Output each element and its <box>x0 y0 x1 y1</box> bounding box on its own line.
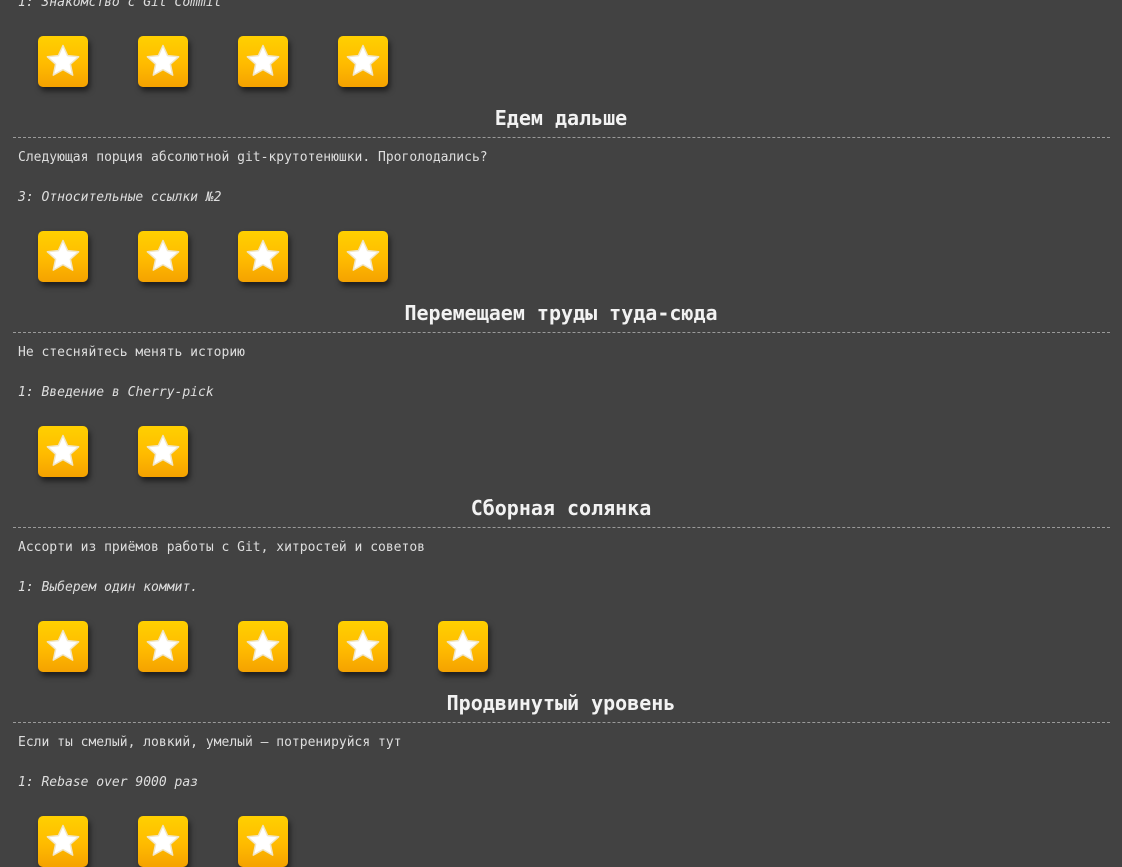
level-star-button[interactable] <box>38 816 88 867</box>
sequence-divider <box>13 527 1110 528</box>
level-star-button[interactable] <box>338 621 388 672</box>
star-icon <box>146 239 180 271</box>
star-icon <box>446 629 480 661</box>
level-star-button[interactable] <box>38 231 88 282</box>
sequence-description: Если ты смелый, ловкий, умелый – потрени… <box>18 735 402 750</box>
star-icon <box>46 44 80 76</box>
level-star-button[interactable] <box>238 231 288 282</box>
level-star-button[interactable] <box>138 231 188 282</box>
star-icon <box>46 434 80 466</box>
level-subtitle: 1: Rebase over 9000 раз <box>18 775 199 790</box>
sequence-divider <box>13 722 1110 723</box>
level-subtitle: 1: Выберем один коммит. <box>18 580 199 595</box>
level-subtitle: 3: Относительные ссылки №2 <box>18 190 222 205</box>
sequence-description: Ассорти из приёмов работы с Git, хитрост… <box>18 540 425 555</box>
level-star-button[interactable] <box>38 621 88 672</box>
level-star-button[interactable] <box>338 231 388 282</box>
level-star-button[interactable] <box>38 36 88 87</box>
star-icon <box>46 824 80 856</box>
sequence-title: Перемещаем труды туда-сюда <box>404 301 718 325</box>
level-subtitle: 1: Знакомство с Git Commit <box>18 0 222 10</box>
level-star-button[interactable] <box>238 36 288 87</box>
level-star-button[interactable] <box>338 36 388 87</box>
sequence-title: Сборная солянка <box>470 496 652 520</box>
star-icon <box>146 434 180 466</box>
star-icon <box>246 824 280 856</box>
level-star-button[interactable] <box>138 816 188 867</box>
sequence-title: Едем дальше <box>494 106 628 130</box>
star-icon <box>146 44 180 76</box>
level-star-button[interactable] <box>38 426 88 477</box>
star-icon <box>246 629 280 661</box>
level-star-button[interactable] <box>238 816 288 867</box>
star-icon <box>146 629 180 661</box>
level-star-button[interactable] <box>138 621 188 672</box>
star-icon <box>346 239 380 271</box>
level-star-button[interactable] <box>238 621 288 672</box>
star-icon <box>46 239 80 271</box>
level-subtitle: 1: Введение в Cherry-pick <box>18 385 214 400</box>
sequence-description: Следующая порция абсолютной git-крутотен… <box>18 150 488 165</box>
sequence-divider <box>13 332 1110 333</box>
star-icon <box>246 239 280 271</box>
star-icon <box>346 44 380 76</box>
sequence-description: Не стесняйтесь менять историю <box>18 345 245 360</box>
level-star-button[interactable] <box>438 621 488 672</box>
star-icon <box>346 629 380 661</box>
sequence-divider <box>13 137 1110 138</box>
star-icon <box>246 44 280 76</box>
level-star-button[interactable] <box>138 426 188 477</box>
star-icon <box>46 629 80 661</box>
sequence-title: Продвинутый уровень <box>446 691 676 715</box>
level-star-button[interactable] <box>138 36 188 87</box>
star-icon <box>146 824 180 856</box>
